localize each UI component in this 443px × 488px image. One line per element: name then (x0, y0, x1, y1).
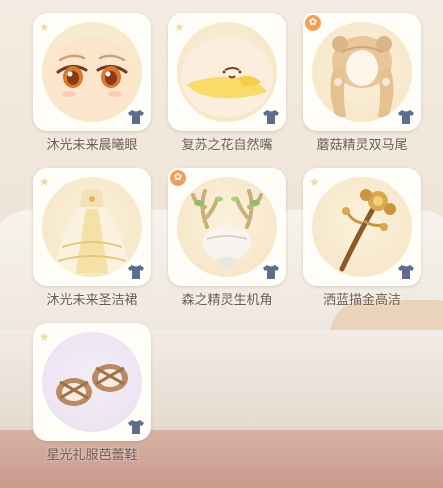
item-card-eyes[interactable]: ★ 沐光未来晨曦眼 (33, 13, 151, 153)
item-card-frame[interactable]: ★ (33, 323, 151, 441)
item-thumbnail (177, 177, 277, 277)
item-card-frame[interactable]: ★ (168, 13, 286, 131)
item-name: 森之精灵生机角 (181, 293, 273, 308)
item-card-frame[interactable]: ✿ (303, 13, 421, 131)
eyes-icon (47, 37, 137, 117)
item-thumbnail (177, 22, 277, 122)
item-card-dress[interactable]: ★ 沐光未来圣洁裙 (33, 168, 151, 308)
item-name: 星光礼服芭蕾鞋 (46, 448, 138, 463)
dress-icon (54, 189, 130, 273)
clothing-icon (128, 110, 144, 124)
item-thumbnail (42, 332, 142, 432)
item-card-hair[interactable]: ✿ 蘑菇精灵双马尾 (303, 13, 421, 153)
item-card-frame[interactable]: ★ (303, 168, 421, 286)
item-thumbnail (312, 177, 412, 277)
item-card-frame[interactable]: ★ (33, 168, 151, 286)
item-name: 复苏之花自然嘴 (181, 138, 273, 153)
item-name: 沐光未来晨曦眼 (46, 138, 138, 153)
item-name: 沐光未来圣洁裙 (46, 293, 138, 308)
clothing-icon (398, 110, 414, 124)
ballet-shoes-icon (56, 364, 128, 406)
item-card-mouth[interactable]: ★ 复苏之花自然嘴 (168, 13, 286, 153)
clothing-icon (398, 265, 414, 279)
item-name: 洒蓝描金高洁 (322, 293, 401, 308)
item-card-frame[interactable]: ★ (33, 13, 151, 131)
golden-staff-icon (339, 189, 396, 272)
item-thumbnail (42, 177, 142, 277)
clothing-icon (128, 420, 144, 434)
clothing-icon (128, 265, 144, 279)
item-name: 蘑菇精灵双马尾 (316, 138, 408, 153)
mouth-icon (181, 37, 273, 117)
item-thumbnail (42, 22, 142, 122)
clothing-icon (263, 110, 279, 124)
twin-tails-hair-icon (330, 36, 394, 117)
item-grid: ★ 沐光未来晨曦眼 ★ 复苏之花自然嘴 ✿ 蘑菇精灵双马尾 ★ 沐光未来圣洁裙 … (0, 0, 443, 488)
item-card-shoes[interactable]: ★ 星光礼服芭蕾鞋 (33, 323, 151, 463)
item-thumbnail (312, 22, 412, 122)
item-card-staff[interactable]: ★ 洒蓝描金高洁 (303, 168, 421, 308)
item-card-antlers[interactable]: ✿ 森之精灵生机角 (168, 168, 286, 308)
clothing-icon (263, 265, 279, 279)
item-card-frame[interactable]: ✿ (168, 168, 286, 286)
antler-horn-icon (191, 189, 263, 269)
